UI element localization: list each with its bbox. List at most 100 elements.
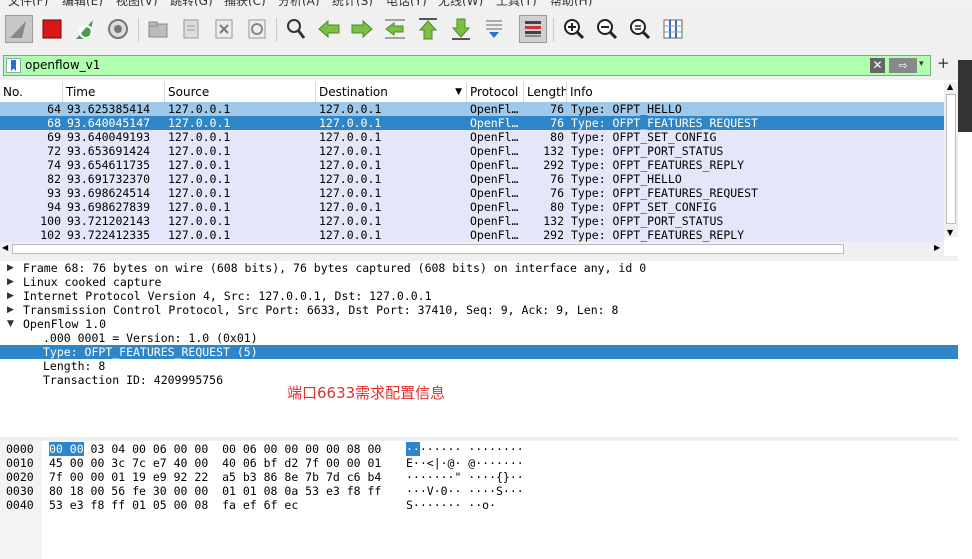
clear-filter-button[interactable]: ✕ [870, 58, 885, 73]
column-header-no[interactable]: No. [0, 82, 63, 102]
expand-arrow-icon[interactable]: ▶ [7, 289, 14, 303]
column-header-length[interactable]: Length [524, 82, 567, 102]
packet-cell-proto: OpenFl… [470, 186, 519, 200]
packet-row-selected[interactable]: 68 93.640045147 127.0.0.1 127.0.0.1 OpenFl… 7… [0, 116, 944, 130]
scroll-right-icon[interactable]: ▶ [934, 243, 940, 252]
zoom-out-button[interactable] [593, 15, 621, 43]
byte-hex-line[interactable]: 00 00 03 04 00 06 00 00 00 06 00 00 00 0… [49, 442, 381, 456]
column-header-info[interactable]: Info [567, 82, 944, 102]
go-back-button[interactable] [315, 15, 343, 43]
byte-ascii-line[interactable]: ···V·0·· ····S··· [406, 484, 524, 498]
byte-ascii-line[interactable]: ········ ········ [406, 442, 524, 456]
restart-shark-icon [76, 20, 93, 39]
packet-row[interactable]: 93 93.698624514 127.0.0.1 127.0.0.1 OpenFl… 7… [0, 186, 944, 200]
byte-hex-line[interactable]: 45 00 00 3c 7c e7 40 00 40 06 bf d2 7f 0… [49, 456, 381, 470]
find-packet-button[interactable] [282, 15, 310, 43]
add-filter-button[interactable]: + [937, 54, 950, 72]
byte-ascii-text: S······· ··o· [406, 498, 497, 512]
collapse-arrow-icon[interactable]: ▼ [7, 317, 14, 331]
column-header-source[interactable]: Source [165, 82, 316, 102]
packet-row[interactable]: 74 93.654611735 127.0.0.1 127.0.0.1 OpenFl… 2… [0, 158, 944, 172]
packet-row[interactable]: 100 93.721202143 127.0.0.1 127.0.0.1 OpenFl…… [0, 214, 944, 228]
byte-ascii-line[interactable]: E··<|·@· @······· [406, 456, 524, 470]
go-forward-button[interactable] [348, 15, 376, 43]
open-file-button[interactable] [144, 15, 172, 43]
byte-hex-line[interactable]: 7f 00 00 01 19 e9 92 22 a5 b3 86 8e 7b 7… [49, 470, 381, 484]
shark-fin-icon [10, 21, 26, 38]
column-header-destination-label: Destination [319, 85, 388, 99]
detail-type-selected[interactable]: Type: OFPT_FEATURES_REQUEST (5) [0, 345, 958, 359]
capture-options-button[interactable] [104, 15, 132, 43]
byte-hex-line[interactable]: 80 18 00 56 fe 30 00 00 01 01 08 0a 53 e… [49, 484, 381, 498]
detail-transaction-id[interactable]: Transaction ID: 4209995756 [0, 373, 958, 387]
byte-hex-line[interactable]: 53 e3 f8 ff 01 05 00 08 fa ef 6f ec [49, 498, 298, 512]
close-file-button[interactable] [210, 15, 238, 43]
packet-cell-src: 127.0.0.1 [168, 200, 231, 214]
column-header-time[interactable]: Time [63, 82, 165, 102]
column-header-destination[interactable]: Destination ▼ [316, 82, 467, 102]
packet-list-vscrollbar[interactable]: ▲ ▼ [944, 82, 958, 237]
detail-length[interactable]: Length: 8 [0, 359, 958, 373]
packet-row[interactable]: 72 93.653691424 127.0.0.1 127.0.0.1 OpenFl… 1… [0, 144, 944, 158]
display-filter-bar: ✕ ⇨ ▾ + [0, 52, 972, 80]
start-capture-button[interactable] [5, 15, 33, 43]
apply-filter-button[interactable]: ⇨ [889, 58, 917, 73]
packet-cell-dst: 127.0.0.1 [319, 214, 382, 228]
packet-row[interactable]: 64 93.625385414 127.0.0.1 127.0.0.1 OpenFl… 7… [0, 102, 944, 116]
packet-row[interactable]: 94 93.698627839 127.0.0.1 127.0.0.1 OpenFl… 8… [0, 200, 944, 214]
restart-capture-button[interactable] [71, 15, 99, 43]
expand-arrow-icon[interactable]: ▶ [7, 275, 14, 289]
packet-cell-dst: 127.0.0.1 [319, 144, 382, 158]
packet-row[interactable]: 102 93.722412335 127.0.0.1 127.0.0.1 OpenFl…… [0, 228, 944, 242]
colorize-button[interactable] [519, 15, 547, 43]
packet-cell-src: 127.0.0.1 [168, 102, 231, 116]
zoom-reset-button[interactable] [626, 15, 654, 43]
vscroll-thumb[interactable] [946, 94, 956, 224]
packet-bytes: 0000 0010 0020 0030 0040 00 00 03 04 00 06 0… [0, 441, 958, 559]
packet-row[interactable]: 69 93.640049193 127.0.0.1 127.0.0.1 OpenFl… 8… [0, 130, 944, 144]
resize-columns-button[interactable] [659, 15, 687, 43]
filter-bookmark-button[interactable] [6, 58, 21, 73]
packet-cell-dst: 127.0.0.1 [319, 186, 382, 200]
scroll-down-icon[interactable]: ▼ [947, 228, 953, 237]
stop-capture-button[interactable] [38, 15, 66, 43]
column-header-protocol[interactable]: Protocol [467, 82, 524, 102]
main-toolbar [0, 6, 972, 52]
packet-cell-dst: 127.0.0.1 [319, 130, 382, 144]
zoom-in-button[interactable] [560, 15, 588, 43]
go-to-packet-button[interactable] [381, 15, 409, 43]
packet-cell-src: 127.0.0.1 [168, 116, 231, 130]
detail-version[interactable]: .000 0001 = Version: 1.0 (0x01) [0, 331, 958, 345]
hscroll-thumb[interactable] [12, 244, 844, 254]
detail-frame[interactable]: ▶ Frame 68: 76 bytes on wire (608 bits), … [0, 261, 958, 275]
reload-file-button[interactable] [243, 15, 271, 43]
scroll-left-icon[interactable]: ◀ [2, 243, 8, 252]
packet-cell-len: 132 [543, 214, 564, 228]
packet-cell-dst: 127.0.0.1 [319, 228, 382, 242]
expand-arrow-icon[interactable]: ▶ [7, 261, 14, 275]
detail-tcp[interactable]: ▶ Transmission Control Protocol, Src Port… [0, 303, 958, 317]
filter-history-dropdown[interactable]: ▾ [919, 59, 924, 69]
byte-offset: 0020 [6, 470, 34, 484]
autoscroll-button[interactable] [480, 15, 508, 43]
toolbar-separator [138, 18, 139, 42]
folder-icon [148, 21, 168, 38]
packet-list-hscrollbar[interactable]: ◀ ▶ [0, 242, 944, 256]
display-filter-input[interactable] [25, 56, 845, 75]
detail-linux-cooked[interactable]: ▶ Linux cooked capture [0, 275, 958, 289]
zoom-in-icon [564, 19, 585, 40]
scroll-up-icon[interactable]: ▲ [947, 82, 953, 91]
packet-cell-no: 72 [47, 144, 61, 158]
last-packet-button[interactable] [447, 15, 475, 43]
first-packet-button[interactable] [414, 15, 442, 43]
packet-cell-no: 74 [47, 158, 61, 172]
detail-ipv4[interactable]: ▶ Internet Protocol Version 4, Src: 127.0… [0, 289, 958, 303]
file-icon [183, 19, 199, 39]
packet-row[interactable]: 82 93.691732370 127.0.0.1 127.0.0.1 OpenFl… 7… [0, 172, 944, 186]
detail-openflow[interactable]: ▼ OpenFlow 1.0 [0, 317, 958, 331]
byte-ascii-highlight: ·· [406, 442, 420, 456]
expand-arrow-icon[interactable]: ▶ [7, 303, 14, 317]
byte-ascii-line[interactable]: S······· ··o· [406, 498, 496, 512]
save-file-button[interactable] [177, 15, 205, 43]
byte-ascii-line[interactable]: ·······" ····{}·· [406, 470, 524, 484]
